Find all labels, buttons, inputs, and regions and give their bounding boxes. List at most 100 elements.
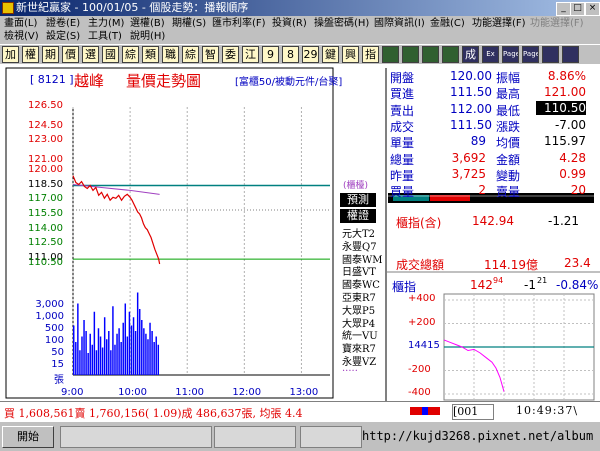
menu-function[interactable]: 功能選擇(F) bbox=[472, 17, 526, 30]
volume-tick-label: 1,000 bbox=[35, 311, 64, 322]
toolbar-button-1[interactable]: 權 bbox=[22, 46, 39, 63]
toolbar-button-7[interactable]: 類 bbox=[142, 46, 159, 63]
quote-value-2: 115.97 bbox=[544, 134, 586, 149]
quote-label: 買進 bbox=[390, 87, 415, 102]
otc-index-change: -1.21 bbox=[548, 214, 580, 228]
quote-value: 111.50 bbox=[450, 85, 492, 100]
quote-label-2: 振幅 bbox=[496, 71, 521, 85]
quote-label-2: 賣量 bbox=[496, 185, 521, 200]
toolbar-button-26[interactable]: Page bbox=[522, 46, 539, 63]
toolbar-button-17[interactable]: 興 bbox=[342, 46, 359, 63]
toolbar-button-9[interactable]: 綜 bbox=[182, 46, 199, 63]
warrant-tab[interactable]: 權證 bbox=[340, 209, 376, 223]
mini-index-pct: -0.84% bbox=[556, 278, 599, 292]
volume-bar bbox=[132, 317, 135, 375]
stock-code: [ 8121 ] bbox=[30, 73, 74, 86]
quote-label: 開盤 bbox=[390, 71, 415, 85]
volume-bar bbox=[116, 333, 118, 375]
quote-value: 3,725 bbox=[451, 166, 486, 181]
menu-tools[interactable]: 工具(T) bbox=[88, 30, 122, 43]
menu-finance[interactable]: 金融(C) bbox=[430, 17, 465, 30]
toolbar-button-19[interactable] bbox=[382, 46, 399, 63]
broker-list-item[interactable]: ····· bbox=[342, 366, 358, 377]
quote-value: 89 bbox=[470, 134, 486, 149]
broker-header-otc: (櫃檯) bbox=[343, 181, 369, 191]
volume-bar bbox=[103, 317, 106, 375]
toolbar-button-10[interactable]: 智 bbox=[202, 46, 219, 63]
volume-bar bbox=[151, 331, 153, 375]
toolbar-button-0[interactable]: 加 bbox=[2, 46, 19, 63]
menu-invest[interactable]: 投資(R) bbox=[272, 17, 307, 30]
maximize-icon[interactable]: □ bbox=[570, 2, 585, 16]
toolbar-button-27[interactable] bbox=[542, 46, 559, 63]
toolbar-button-23[interactable]: 成 bbox=[462, 46, 479, 63]
volume-bar bbox=[143, 328, 145, 375]
volume-bar bbox=[155, 336, 157, 375]
menu-securities[interactable]: 證卷(E) bbox=[46, 17, 80, 30]
toolbar-button-12[interactable]: 江 bbox=[242, 46, 259, 63]
quote-label-2: 最高 bbox=[496, 87, 521, 102]
toolbar-button-28[interactable] bbox=[562, 46, 579, 63]
quote-value-2: 0.99 bbox=[559, 166, 586, 181]
taskbar: 開始 http://kujd3268.pixnet.net/album bbox=[0, 421, 600, 451]
stock-input[interactable]: [001 bbox=[452, 404, 494, 420]
menu-options[interactable]: 選權(B) bbox=[130, 17, 165, 30]
time-tick-label: 11:00 bbox=[175, 387, 205, 398]
start-button[interactable]: 開始 bbox=[2, 426, 54, 448]
price-tick-label: 118.50 bbox=[28, 178, 63, 190]
menu-secret[interactable]: 操盤密碼(H) bbox=[314, 17, 369, 30]
menu-view[interactable]: 檢視(V) bbox=[4, 30, 39, 43]
toolbar-button-16[interactable]: 鍵 bbox=[322, 46, 339, 63]
toolbar-button-20[interactable] bbox=[402, 46, 419, 63]
mini-tick-label: +400 bbox=[408, 293, 436, 304]
volume-bar bbox=[126, 336, 129, 375]
toolbar-button-25[interactable]: Page bbox=[502, 46, 519, 63]
toolbar-button-5[interactable]: 國 bbox=[102, 46, 119, 63]
toolbar-button-14[interactable]: 8 bbox=[282, 46, 299, 63]
volume-bar bbox=[149, 322, 151, 375]
toolbar-button-2[interactable]: 期 bbox=[42, 46, 59, 63]
taskbar-slot-3[interactable] bbox=[300, 426, 362, 448]
volume-bar bbox=[81, 336, 83, 375]
menu-help[interactable]: 說明(H) bbox=[130, 30, 165, 43]
menu-screen[interactable]: 畫面(L) bbox=[4, 17, 37, 30]
menu-futures[interactable]: 期權(S) bbox=[172, 17, 206, 30]
volume-bar bbox=[141, 320, 143, 375]
menu-forex[interactable]: 匯市利率(F) bbox=[212, 17, 266, 30]
menu-settings[interactable]: 設定(S) bbox=[46, 30, 80, 43]
taskbar-slot-2[interactable] bbox=[214, 426, 296, 448]
toolbar-button-6[interactable]: 綜 bbox=[122, 46, 139, 63]
volume-bar bbox=[153, 342, 155, 375]
menu-intl[interactable]: 國際資訊(I) bbox=[374, 17, 425, 30]
volume-bar bbox=[130, 325, 133, 375]
minimize-icon[interactable]: _ bbox=[556, 2, 571, 16]
toolbar-button-3[interactable]: 價 bbox=[62, 46, 79, 63]
toolbar-button-8[interactable]: 職 bbox=[162, 46, 179, 63]
toolbar-button-15[interactable]: 29 bbox=[302, 46, 319, 63]
forecast-tab[interactable]: 預測 bbox=[340, 193, 376, 207]
toolbar-button-22[interactable] bbox=[442, 46, 459, 63]
toolbar-button-13[interactable]: 9 bbox=[262, 46, 279, 63]
window-title: 新世紀贏家 - 100/01/05 - 個股走勢：播報順序 bbox=[16, 1, 249, 14]
volume-bar bbox=[128, 311, 131, 375]
toolbar-button-11[interactable]: 委 bbox=[222, 46, 239, 63]
toolbar-button-21[interactable] bbox=[422, 46, 439, 63]
price-tick-label: 110.50 bbox=[28, 257, 63, 268]
clock: 10:49:37\ bbox=[516, 404, 579, 417]
time-tick-label: 13:00 bbox=[289, 387, 319, 398]
toolbar-button-18[interactable]: 指 bbox=[362, 46, 379, 63]
volume-bar bbox=[136, 292, 139, 375]
taskbar-slot-1[interactable] bbox=[60, 426, 212, 448]
toolbar-button-24[interactable]: Ex bbox=[482, 46, 499, 63]
quote-label: 賣出 bbox=[390, 103, 415, 118]
mini-tick-label: +200 bbox=[408, 316, 436, 328]
main-panel: [ 8121 ] 越峰 量價走勢圖 [富櫃50/被動元件/台聚] 126.50 1… bbox=[0, 64, 600, 421]
time-tick-label: 12:00 bbox=[232, 387, 262, 398]
quote-label-2: 均價 bbox=[496, 136, 521, 151]
volume-bar bbox=[77, 303, 79, 375]
quote-value: 120.00 bbox=[450, 69, 492, 83]
close-icon[interactable]: × bbox=[585, 2, 600, 16]
volume-tick-label: 3,000 bbox=[35, 299, 64, 310]
toolbar-button-4[interactable]: 選 bbox=[82, 46, 99, 63]
menu-main[interactable]: 主力(M) bbox=[88, 17, 124, 30]
